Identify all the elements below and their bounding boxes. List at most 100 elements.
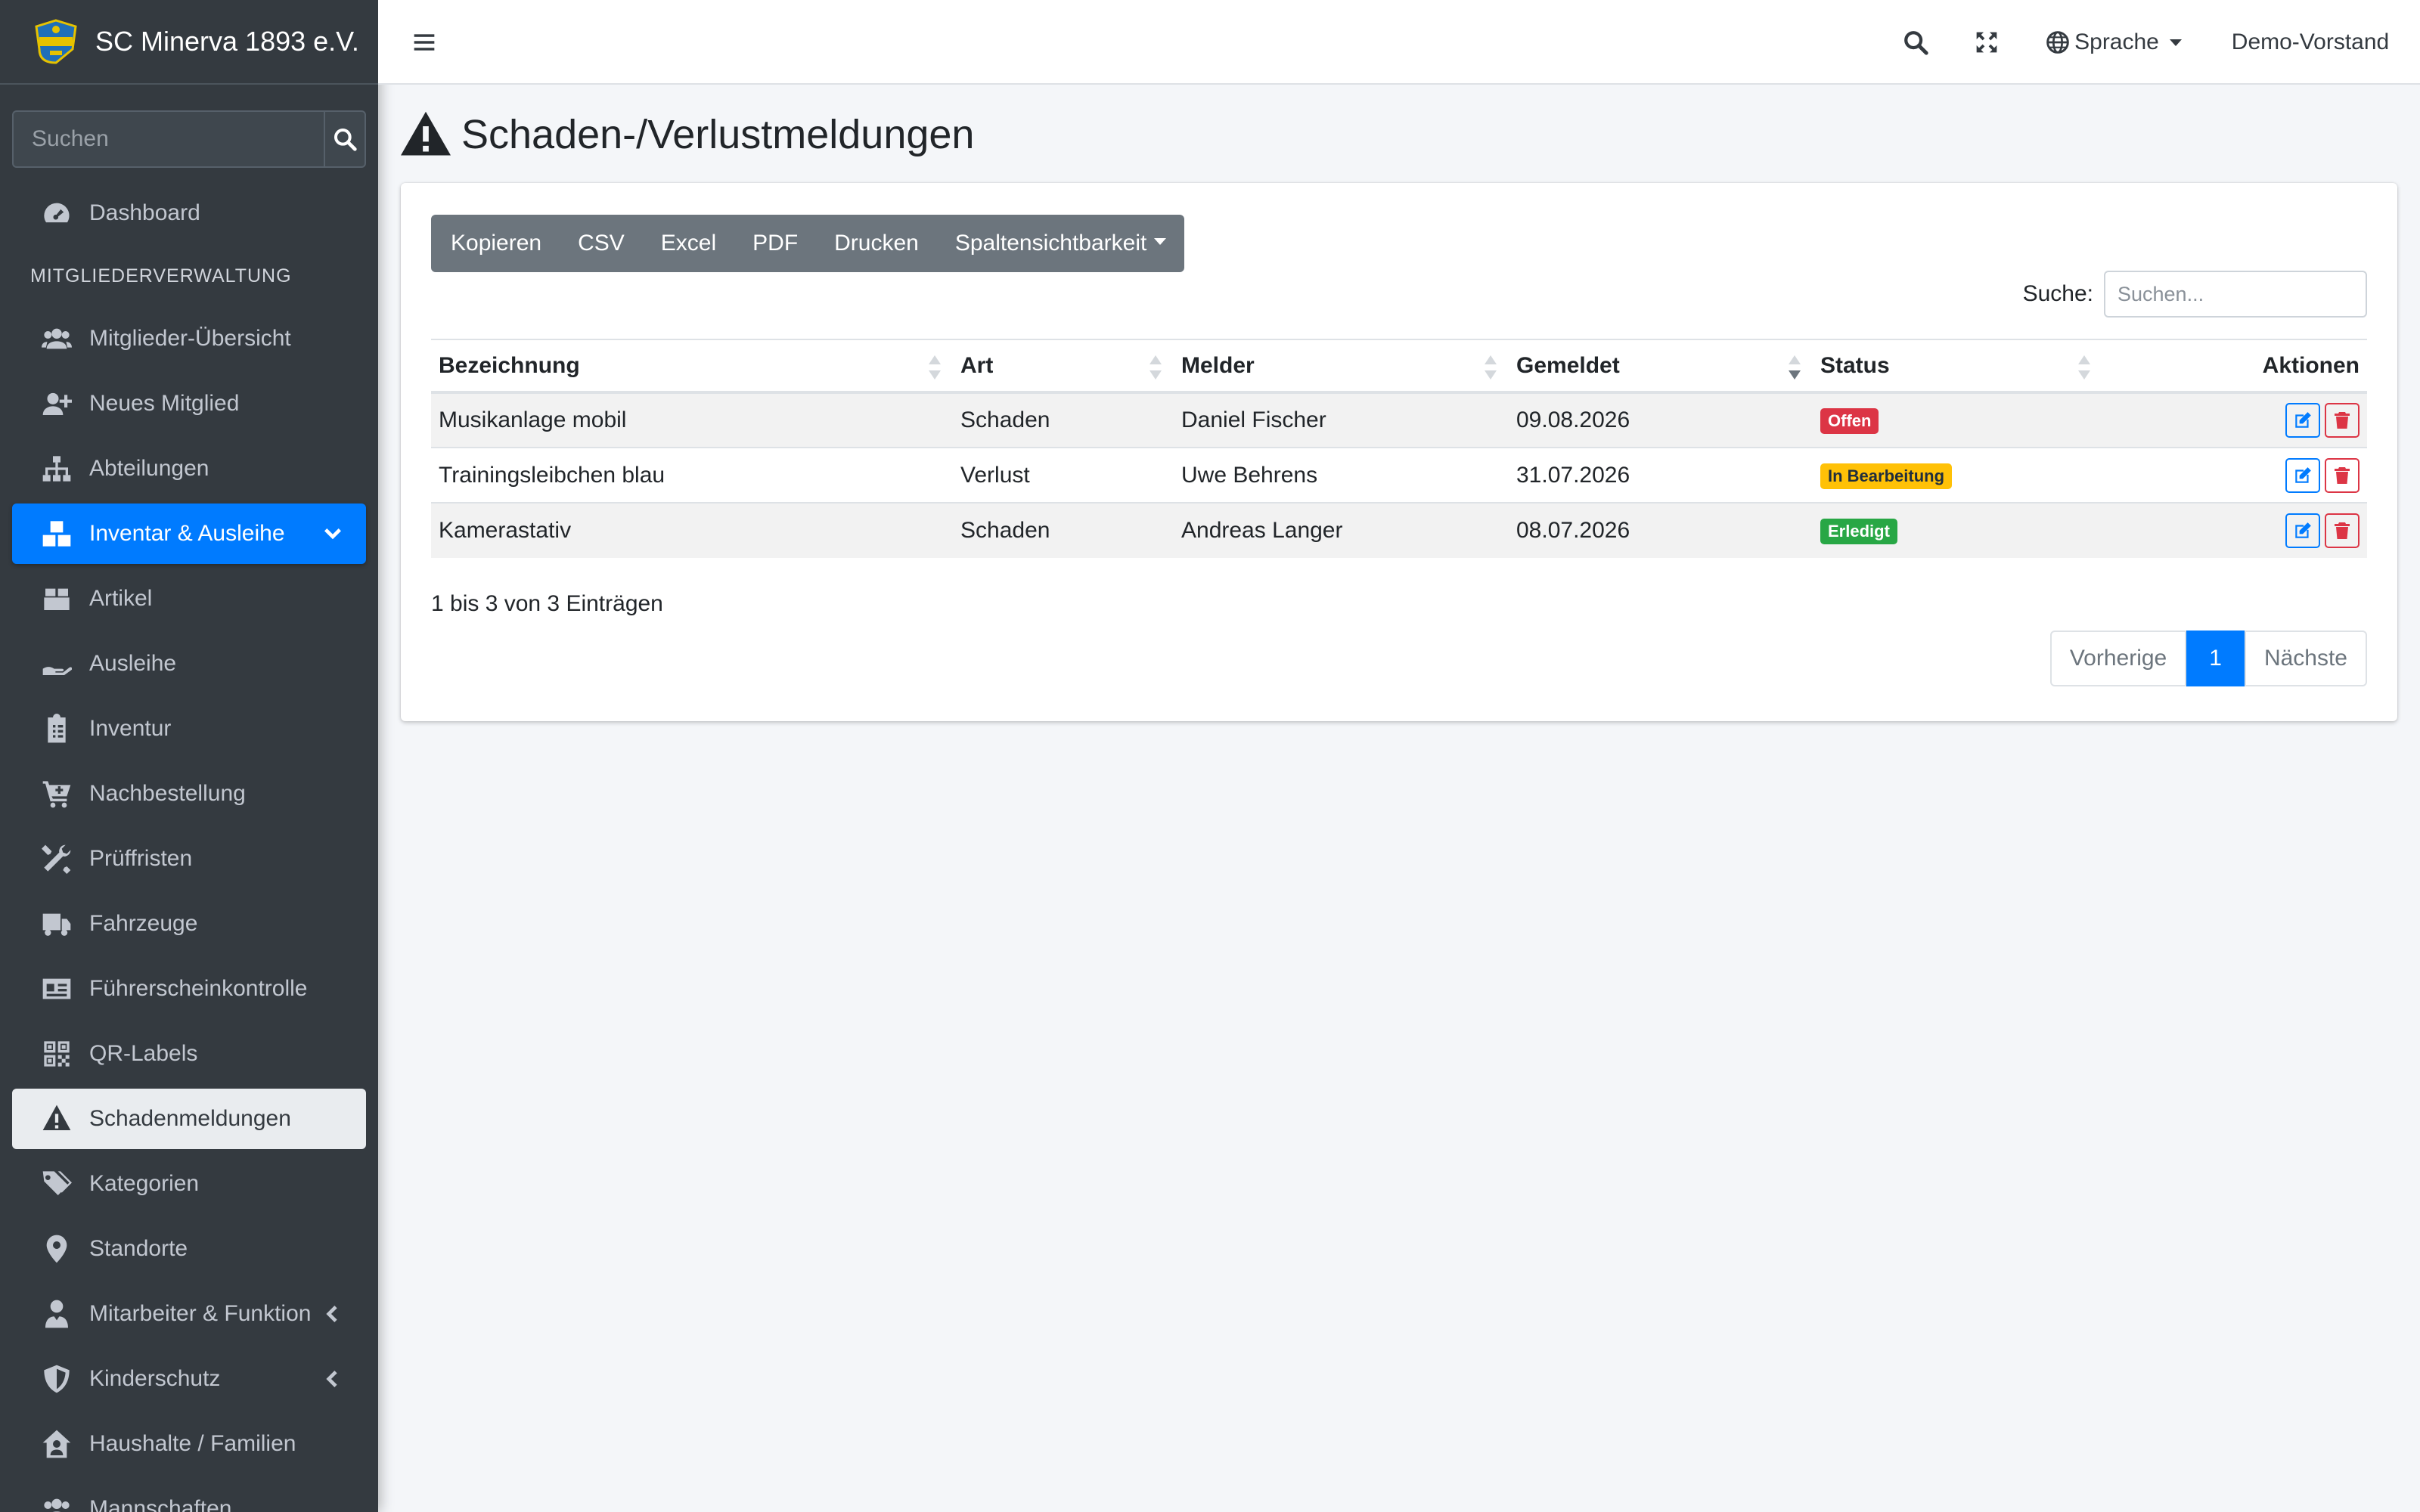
- table-header-row: Bezeichnung Art Melder Gemeldet Status A…: [431, 339, 2367, 394]
- cell-actions: [2102, 447, 2367, 503]
- sidebar-item-label: Abteilungen: [89, 456, 209, 481]
- sidebar-item-label: Haushalte / Familien: [89, 1431, 296, 1456]
- sidebar-item-label: Mitglieder-Übersicht: [89, 326, 291, 351]
- sidebar-search-button[interactable]: [324, 110, 366, 168]
- sidebar-item-label: Inventar & Ausleihe: [89, 521, 285, 546]
- status-badge: Offen: [1820, 408, 1879, 434]
- sidebar-item-reorder[interactable]: Nachbestellung: [12, 764, 366, 824]
- column-header-label: Art: [960, 352, 994, 378]
- pagination-page-1[interactable]: 1: [2186, 631, 2245, 686]
- brand-title: SC Minerva 1893 e.V.: [95, 26, 359, 57]
- csv-button[interactable]: CSV: [560, 215, 643, 272]
- sidebar-item-lending[interactable]: Ausleihe: [12, 634, 366, 694]
- delete-button[interactable]: [2325, 457, 2360, 493]
- sidebar-item-departments[interactable]: Abteilungen: [12, 438, 366, 499]
- column-header-label: Aktionen: [2262, 352, 2360, 378]
- cell-bezeichnung: Kamerastativ: [431, 502, 953, 558]
- sidebar-item-label: Mitarbeiter & Funktion: [89, 1301, 312, 1326]
- cell-art: Schaden: [953, 392, 1174, 448]
- search-icon: [334, 129, 357, 151]
- cell-bezeichnung: Musikanlage mobil: [431, 392, 953, 448]
- column-header-art[interactable]: Art: [953, 339, 1174, 394]
- sidebar-item-categories[interactable]: Kategorien: [12, 1154, 366, 1214]
- table-search-input[interactable]: [2104, 271, 2367, 318]
- edit-icon: [2295, 412, 2311, 428]
- print-button[interactable]: Drucken: [816, 215, 937, 272]
- cell-actions: [2102, 502, 2367, 558]
- sidebar-item-license-check[interactable]: Führerscheinkontrolle: [12, 959, 366, 1019]
- caret-down-icon: [1154, 237, 1167, 245]
- sidebar-item-teams[interactable]: Mannschaften: [12, 1479, 366, 1512]
- pagination-previous[interactable]: Vorherige: [2049, 631, 2187, 686]
- export-button-group: Kopieren CSV Excel PDF Drucken Spaltensi…: [431, 215, 1185, 272]
- sidebar-item-damage-reports[interactable]: Schadenmeldungen: [12, 1089, 366, 1149]
- cell-melder: Andreas Langer: [1174, 502, 1509, 558]
- sidebar-search-input[interactable]: [12, 110, 324, 168]
- sidebar-item-label: Kategorien: [89, 1171, 200, 1196]
- column-header-status[interactable]: Status: [1813, 339, 2102, 394]
- navbar-search-button[interactable]: [1897, 20, 1934, 65]
- excel-button[interactable]: Excel: [643, 215, 734, 272]
- sidebar-item-stocktaking[interactable]: Inventur: [12, 699, 366, 759]
- sort-icon: [929, 355, 941, 380]
- brand-link[interactable]: SC Minerva 1893 e.V.: [0, 0, 378, 85]
- table-row: Musikanlage mobil Schaden Daniel Fischer…: [431, 392, 2367, 448]
- cell-actions: [2102, 392, 2367, 448]
- sidebar-item-qr-labels[interactable]: QR-Labels: [12, 1024, 366, 1084]
- user-plus-icon: [39, 389, 74, 419]
- box-icon: [39, 584, 74, 614]
- pagination-next[interactable]: Nächste: [2244, 631, 2367, 686]
- pdf-button[interactable]: PDF: [734, 215, 816, 272]
- sidebar-item-articles[interactable]: Artikel: [12, 569, 366, 629]
- sidebar-item-members-overview[interactable]: Mitglieder-Übersicht: [12, 308, 366, 369]
- sidebar-item-inspection-deadlines[interactable]: Prüffristen: [12, 829, 366, 889]
- cart-icon: [39, 779, 74, 809]
- club-logo-icon: [35, 19, 77, 64]
- qrcode-icon: [39, 1039, 74, 1069]
- sidebar-item-households[interactable]: Haushalte / Familien: [12, 1414, 366, 1474]
- copy-button[interactable]: Kopieren: [431, 215, 560, 272]
- reports-table: Bezeichnung Art Melder Gemeldet Status A…: [431, 339, 2367, 558]
- cell-status: In Bearbeitung: [1813, 447, 2102, 503]
- sidebar-item-label: QR-Labels: [89, 1041, 198, 1066]
- hand-holding-icon: [39, 649, 74, 679]
- sidebar-item-dashboard[interactable]: Dashboard: [12, 183, 366, 243]
- sidebar-item-label: Prüffristen: [89, 846, 193, 871]
- sidebar-item-staff[interactable]: Mitarbeiter & Funktion: [12, 1284, 366, 1344]
- tags-icon: [39, 1169, 74, 1199]
- column-visibility-button[interactable]: Spaltensichtbarkeit: [937, 215, 1184, 272]
- sidebar-item-child-protection[interactable]: Kinderschutz: [12, 1349, 366, 1409]
- sidebar-item-label: Neues Mitglied: [89, 391, 240, 416]
- language-dropdown[interactable]: Sprache: [2042, 20, 2186, 65]
- delete-button[interactable]: [2325, 513, 2360, 548]
- sidebar-item-locations[interactable]: Standorte: [12, 1219, 366, 1279]
- cell-art: Verlust: [953, 447, 1174, 503]
- sidebar-item-new-member[interactable]: Neues Mitglied: [12, 373, 366, 434]
- edit-button[interactable]: [2285, 457, 2320, 493]
- column-header-melder[interactable]: Melder: [1174, 339, 1509, 394]
- sort-desc-icon: [1789, 355, 1801, 380]
- user-tie-icon: [39, 1299, 74, 1329]
- edit-icon: [2295, 466, 2311, 483]
- delete-button[interactable]: [2325, 403, 2360, 438]
- truck-icon: [39, 909, 74, 939]
- sidebar-item-label: Fahrzeuge: [89, 911, 198, 936]
- cell-gemeldet: 08.07.2026: [1509, 502, 1813, 558]
- column-header-gemeldet[interactable]: Gemeldet: [1509, 339, 1813, 394]
- sidebar-item-label: Kinderschutz: [89, 1366, 221, 1391]
- edit-button[interactable]: [2285, 513, 2320, 548]
- sidebar-section-header: MITGLIEDERVERWALTUNG: [30, 265, 292, 287]
- fullscreen-button[interactable]: [1968, 20, 2006, 65]
- sidebar-item-inventory[interactable]: Inventar & Ausleihe: [12, 503, 366, 564]
- user-menu[interactable]: Demo-Vorstand: [2223, 20, 2397, 65]
- sidebar-toggle-button[interactable]: [407, 20, 442, 65]
- boxes-icon: [39, 519, 74, 549]
- caret-down-icon: [2169, 39, 2182, 46]
- column-header-bezeichnung[interactable]: Bezeichnung: [431, 339, 953, 394]
- warning-icon: [401, 111, 451, 156]
- hamburger-icon: [414, 34, 435, 51]
- edit-button[interactable]: [2285, 403, 2320, 438]
- sidebar-item-vehicles[interactable]: Fahrzeuge: [12, 894, 366, 954]
- chevron-down-icon: [324, 528, 341, 540]
- edit-icon: [2295, 522, 2311, 538]
